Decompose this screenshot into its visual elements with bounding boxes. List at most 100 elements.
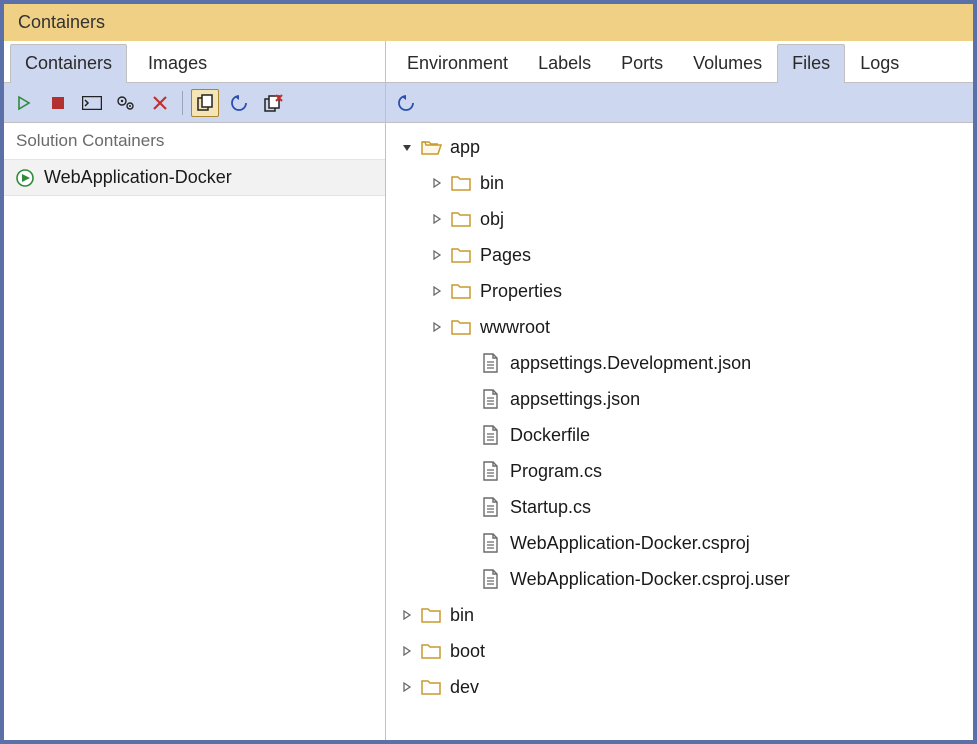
gears-icon [116,95,136,111]
tree-label: WebApplication-Docker.csproj.user [508,569,790,590]
tree-label: Properties [478,281,562,302]
folder-icon [420,604,442,626]
file-icon [480,460,502,482]
expand-arrow-icon[interactable] [430,248,444,262]
start-button[interactable] [10,89,38,117]
right-pane: Environment Labels Ports Volumes Files L… [386,41,973,740]
tree-label: appsettings.json [508,389,640,410]
prune-icon [263,94,283,112]
folder-open-icon [420,136,442,158]
expand-arrow-icon [460,536,474,550]
stop-button[interactable] [44,89,72,117]
folder-icon [450,316,472,338]
tree-file[interactable]: WebApplication-Docker.csproj.user [386,561,973,597]
container-list: WebApplication-Docker [4,160,385,740]
expand-arrow-icon[interactable] [400,608,414,622]
tree-file[interactable]: Dockerfile [386,417,973,453]
tree-label: WebApplication-Docker.csproj [508,533,750,554]
file-icon [480,424,502,446]
expand-arrow-icon[interactable] [400,680,414,694]
file-icon [480,352,502,374]
tab-containers[interactable]: Containers [10,44,127,83]
tab-labels[interactable]: Labels [523,44,606,83]
tree-label: Startup.cs [508,497,591,518]
file-icon [480,388,502,410]
container-item[interactable]: WebApplication-Docker [4,160,385,196]
containers-window: Containers Containers Images [0,0,977,744]
refresh-button[interactable] [225,89,253,117]
left-tabs: Containers Images [4,41,385,83]
prune-button[interactable] [259,89,287,117]
tree-folder[interactable]: boot [386,633,973,669]
tab-images[interactable]: Images [133,44,222,83]
tree-folder[interactable]: obj [386,201,973,237]
tree-label: bin [478,173,504,194]
right-toolbar [386,83,973,123]
toolbar-divider [182,91,183,115]
tree-folder[interactable]: bin [386,165,973,201]
refresh-icon [397,94,415,112]
play-icon [16,95,32,111]
tree-label: boot [448,641,485,662]
tree-file[interactable]: appsettings.json [386,381,973,417]
expand-arrow-icon [460,464,474,478]
tree-folder[interactable]: Pages [386,237,973,273]
folder-icon [450,244,472,266]
settings-button[interactable] [112,89,140,117]
tree-label: Program.cs [508,461,602,482]
tree-label: Pages [478,245,531,266]
folder-icon [450,280,472,302]
file-icon [480,496,502,518]
tree-label: bin [448,605,474,626]
expand-arrow-icon[interactable] [400,140,414,154]
tree-label: app [448,137,480,158]
tab-ports[interactable]: Ports [606,44,678,83]
x-icon [152,95,168,111]
window-title: Containers [4,4,973,41]
terminal-button[interactable] [78,89,106,117]
expand-arrow-icon [460,356,474,370]
tree-label: dev [448,677,479,698]
tree-folder[interactable]: wwwroot [386,309,973,345]
left-toolbar [4,83,385,123]
left-pane: Containers Images [4,41,386,740]
folder-icon [420,640,442,662]
expand-arrow-icon [460,572,474,586]
list-header: Solution Containers [4,123,385,160]
folder-icon [450,208,472,230]
tree-label: Dockerfile [508,425,590,446]
tree-folder[interactable]: Properties [386,273,973,309]
tree-folder[interactable]: app [386,129,973,165]
refresh-icon [230,94,248,112]
files-refresh-button[interactable] [392,89,420,117]
folder-icon [450,172,472,194]
expand-arrow-icon[interactable] [430,284,444,298]
tree-label: appsettings.Development.json [508,353,751,374]
delete-button[interactable] [146,89,174,117]
tree-file[interactable]: WebApplication-Docker.csproj [386,525,973,561]
terminal-icon [82,96,102,110]
tree-folder[interactable]: dev [386,669,973,705]
tab-files[interactable]: Files [777,44,845,83]
container-name: WebApplication-Docker [44,167,232,188]
expand-arrow-icon[interactable] [430,320,444,334]
tree-label: wwwroot [478,317,550,338]
tab-logs[interactable]: Logs [845,44,914,83]
file-tree[interactable]: app bin obj Pages Properties wwwroot appsettin… [386,123,973,740]
tree-file[interactable]: Program.cs [386,453,973,489]
expand-arrow-icon[interactable] [430,212,444,226]
expand-arrow-icon [460,500,474,514]
file-icon [480,532,502,554]
tree-folder[interactable]: bin [386,597,973,633]
expand-arrow-icon[interactable] [400,644,414,658]
tree-file[interactable]: appsettings.Development.json [386,345,973,381]
copy-button[interactable] [191,89,219,117]
file-icon [480,568,502,590]
folder-icon [420,676,442,698]
tab-volumes[interactable]: Volumes [678,44,777,83]
copy-icon [196,94,214,112]
tree-file[interactable]: Startup.cs [386,489,973,525]
expand-arrow-icon[interactable] [430,176,444,190]
tab-environment[interactable]: Environment [392,44,523,83]
stop-icon [51,96,65,110]
